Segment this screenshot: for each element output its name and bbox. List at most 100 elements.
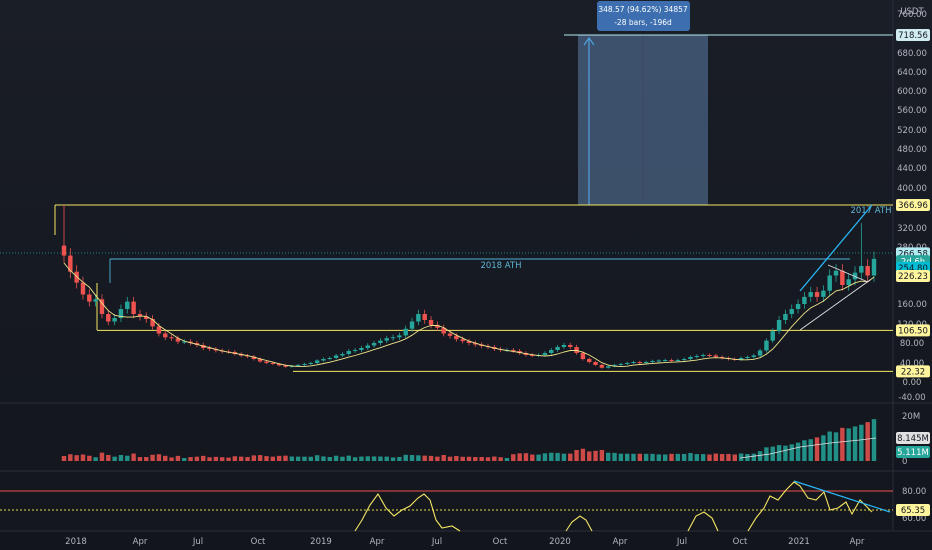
volume-bar (371, 456, 377, 461)
volume-bar (707, 454, 712, 461)
time-axis-label: Apr (370, 537, 385, 547)
volume-bar (681, 453, 687, 461)
candle (624, 363, 630, 364)
time-axis-label: Jul (192, 537, 203, 547)
candle (865, 266, 870, 276)
volume-bar (226, 457, 231, 461)
volume-bar (726, 453, 731, 461)
volume-bar (435, 456, 440, 461)
candle (447, 333, 453, 336)
volume-bar (859, 424, 864, 461)
candle (125, 301, 130, 309)
price-tick-label: 440.00 (897, 164, 927, 174)
volume-bar (295, 456, 301, 461)
price-tick-label: 160.00 (897, 300, 927, 310)
candle (80, 282, 86, 295)
volume-bar (814, 437, 820, 461)
candle (827, 275, 832, 291)
volume-bar (61, 456, 67, 461)
candle (93, 299, 98, 302)
volume-bar (732, 454, 737, 461)
volume-bar (333, 455, 339, 461)
volume-bar (656, 454, 662, 461)
volume-bar (201, 455, 206, 461)
volume-bar (498, 457, 503, 461)
volume-bar (219, 457, 225, 461)
candle (770, 331, 775, 341)
volume-bar (232, 456, 238, 461)
volume-bar (308, 456, 314, 461)
volume-bar (865, 422, 870, 461)
candle (549, 350, 554, 353)
candle (169, 337, 174, 339)
volume-bar (352, 457, 358, 461)
volume-bar (163, 455, 168, 461)
candle (327, 358, 332, 359)
volume-bar (346, 455, 351, 461)
volume-bar (821, 435, 826, 461)
price-tag: 22.32 (896, 365, 930, 378)
candle (618, 363, 624, 365)
volume-bar (580, 448, 586, 461)
candle (631, 362, 636, 363)
volume-bar (378, 456, 383, 461)
candle (675, 360, 681, 361)
candle (264, 361, 269, 363)
volume-bar (245, 457, 250, 461)
volume-bar (808, 439, 813, 461)
volume-bar (99, 452, 105, 461)
volume-bar (447, 456, 453, 461)
time-axis-label: 2020 (549, 537, 571, 547)
candle (650, 361, 655, 362)
volume-bar (802, 440, 807, 461)
volume-bar (106, 455, 111, 461)
volume-bar (587, 451, 592, 461)
volume-bar (182, 458, 187, 461)
moving-average-line (63, 262, 875, 368)
candle (428, 320, 434, 325)
candle (789, 309, 794, 314)
volume-bar (466, 456, 472, 461)
chart-canvas[interactable]: USDT760.00680.00640.00600.00560.00520.00… (0, 0, 932, 550)
volume-bar (650, 453, 655, 461)
candle (745, 357, 750, 358)
price-tag: 366.96 (896, 199, 930, 211)
time-axis-label: Oct (493, 537, 508, 547)
volume-bar (852, 426, 858, 461)
volume-bar (618, 453, 624, 461)
candle (340, 354, 345, 356)
volume-bar (612, 452, 617, 461)
volume-bar (492, 456, 497, 461)
candle (542, 353, 548, 355)
volume-bar (264, 456, 269, 461)
price-tick-label: 80.00 (900, 339, 924, 349)
volume-bar (251, 455, 257, 461)
candle (460, 339, 465, 342)
candle (764, 340, 769, 351)
candle (422, 314, 427, 320)
candle (163, 333, 168, 338)
candle (561, 345, 567, 347)
candle (371, 343, 377, 346)
price-tick-label: 320.00 (897, 224, 927, 234)
volume-bar (112, 456, 117, 461)
candles-group (61, 205, 877, 369)
candle (314, 360, 320, 363)
candle (295, 364, 301, 366)
volume-bar (125, 455, 130, 461)
volume-bar (302, 456, 307, 461)
candle (840, 270, 845, 285)
volume-bar (87, 455, 92, 461)
volume-bar (593, 450, 598, 461)
volume-bar (599, 450, 605, 461)
candle (846, 279, 851, 285)
price-tick-label: 480.00 (897, 145, 927, 155)
candle (378, 340, 383, 343)
volume-tick-label: 0 (902, 457, 907, 467)
volume-bar (276, 455, 282, 461)
candle (365, 345, 370, 348)
candle (580, 353, 586, 359)
candle (871, 258, 877, 276)
price-tag: 226.23 (896, 269, 930, 282)
volume-bar (359, 456, 364, 461)
